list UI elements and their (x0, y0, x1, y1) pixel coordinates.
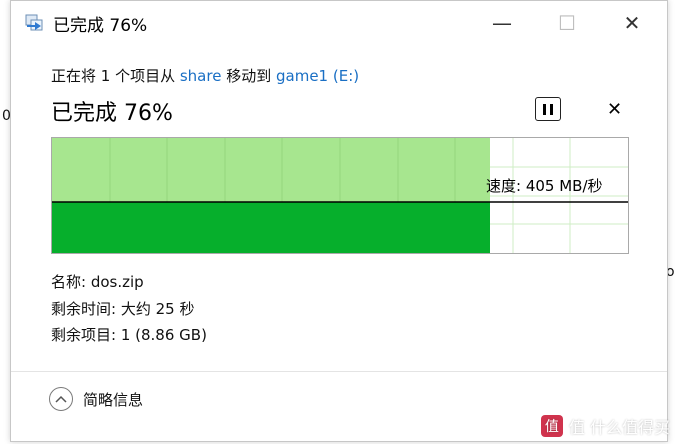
footer-divider (11, 371, 667, 372)
items-remaining: 剩余项目: 1 (8.86 GB) (51, 326, 207, 344)
description-middle: 移动到 (221, 67, 276, 85)
fewer-details-toggle[interactable]: 简略信息 (49, 387, 143, 411)
watermark: 值 值 什么值得买 (540, 414, 670, 438)
percent-complete: 已完成 76% (51, 101, 173, 126)
close-window-button[interactable]: ✕ (609, 1, 655, 45)
title-bar: 已完成 76% — ☐ ✕ (11, 1, 667, 45)
file-transfer-dialog: 已完成 76% — ☐ ✕ 正在将 1 个项目从 share 移动到 game1… (10, 0, 668, 442)
minimize-button[interactable]: — (479, 1, 525, 45)
description-prefix: 正在将 1 个项目从 (51, 67, 180, 85)
maximize-button[interactable]: ☐ (544, 1, 590, 45)
pause-icon-bar-right (550, 103, 553, 115)
watermark-text: 值 什么值得买 (568, 418, 670, 437)
time-remaining: 剩余时间: 大约 25 秒 (51, 300, 195, 318)
fewer-details-label: 简略信息 (83, 390, 144, 409)
transfer-speed-graph: 速度: 405 MB/秒 (51, 137, 629, 254)
cancel-transfer-button[interactable]: ✕ (607, 99, 622, 120)
speed-label: 速度: 405 MB/秒 (486, 177, 603, 195)
speed-history-area (52, 202, 490, 253)
file-name: 名称: dos.zip (51, 273, 144, 291)
chevron-up-icon (49, 387, 73, 411)
pause-icon-bar-left (543, 103, 546, 115)
transfer-description: 正在将 1 个项目从 share 移动到 game1 (E:) (51, 65, 359, 86)
watermark-logo-icon: 值 (540, 415, 563, 437)
destination-link[interactable]: game1 (E:) (276, 67, 359, 85)
pause-button[interactable] (535, 97, 561, 121)
copy-move-icon (25, 14, 43, 31)
source-link[interactable]: share (180, 67, 222, 85)
window-title: 已完成 76% (53, 16, 148, 36)
